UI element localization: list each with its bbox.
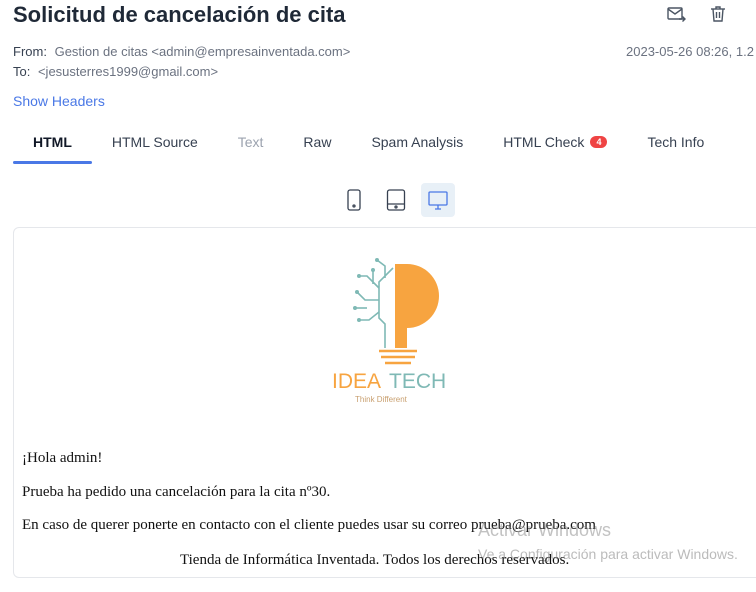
logo-idea-text: IDEA xyxy=(332,370,381,393)
from-value: Gestion de citas <admin@empresainventada… xyxy=(54,44,351,59)
tab-label: HTML xyxy=(33,134,72,150)
mobile-icon xyxy=(347,189,361,211)
trash-icon[interactable] xyxy=(708,4,728,24)
from-label: From: xyxy=(13,44,47,59)
forward-mail-icon[interactable] xyxy=(666,4,686,24)
mobile-view-button[interactable] xyxy=(337,183,371,217)
logo-tagline: Think Different xyxy=(355,395,408,404)
tab-label: Raw xyxy=(303,134,332,150)
logo-tech-text: TECH xyxy=(389,370,446,393)
desktop-view-button[interactable] xyxy=(421,183,455,217)
greeting-text: ¡Hola admin! xyxy=(22,450,103,466)
to-row: To: <jesusterres1999@gmail.com> xyxy=(13,64,218,79)
show-headers-link[interactable]: Show Headers xyxy=(13,93,105,109)
tab-html-source[interactable]: HTML Source xyxy=(92,120,218,164)
desktop-icon xyxy=(428,191,448,210)
to-value: <jesusterres1999@gmail.com> xyxy=(37,64,219,79)
view-tabs: HTML HTML Source Text Raw Spam Analysis … xyxy=(13,120,724,164)
tab-html[interactable]: HTML xyxy=(13,120,92,164)
tab-label: Spam Analysis xyxy=(371,134,464,150)
device-toggle xyxy=(337,183,455,217)
cancel-message: Prueba ha pedido una cancelación para la… xyxy=(22,484,331,500)
tab-label: HTML Check xyxy=(503,134,585,150)
tab-tech-info[interactable]: Tech Info xyxy=(627,120,724,164)
tab-label: HTML Source xyxy=(111,134,198,150)
email-date: 2023-05-26 08:26, 1.2 xyxy=(626,44,754,59)
tab-spam-analysis[interactable]: Spam Analysis xyxy=(351,120,483,164)
issue-count-badge: 4 xyxy=(590,136,608,148)
tab-text[interactable]: Text xyxy=(218,120,284,164)
tablet-view-button[interactable] xyxy=(379,183,413,217)
tablet-icon xyxy=(386,189,406,211)
tab-label: Tech Info xyxy=(647,134,705,150)
email-preview: IDEA TECH Think Different ¡Hola admin! P… xyxy=(13,227,756,578)
email-subject: Solicitud de cancelación de cita xyxy=(13,2,346,27)
tab-raw[interactable]: Raw xyxy=(283,120,351,164)
to-label: To: xyxy=(13,64,31,79)
from-row: From: Gestion de citas <admin@empresainv… xyxy=(13,44,350,59)
windows-activation-title: Activar Windows xyxy=(478,520,612,540)
tab-label: Text xyxy=(237,134,264,150)
email-actions xyxy=(666,4,728,24)
tab-html-check[interactable]: HTML Check 4 xyxy=(483,120,627,164)
ideatech-logo: IDEA TECH Think Different xyxy=(332,258,446,404)
windows-activation-subtitle: Ve a Configuración para activar Windows. xyxy=(478,546,738,562)
